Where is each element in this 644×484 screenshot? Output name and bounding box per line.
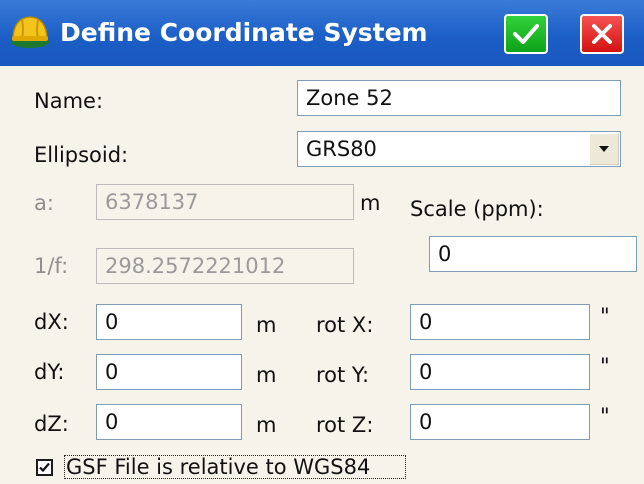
rotz-input[interactable]: 0 <box>410 404 590 440</box>
scale-input[interactable]: 0 <box>429 236 637 272</box>
dy-label: dY: <box>34 360 65 384</box>
a-input: 6378137 <box>96 184 354 220</box>
ok-button[interactable] <box>504 14 548 54</box>
ellipsoid-selected-value: GRS80 <box>306 137 377 161</box>
title-bar: Define Coordinate System <box>0 0 644 66</box>
dz-input[interactable]: 0 <box>96 404 242 440</box>
checkmark-icon <box>39 462 50 473</box>
window-title: Define Coordinate System <box>60 18 428 47</box>
dy-input[interactable]: 0 <box>96 354 242 390</box>
rotx-input[interactable]: 0 <box>410 304 590 340</box>
rotz-label: rot Z: <box>316 413 374 437</box>
cancel-button[interactable] <box>580 14 624 54</box>
rotx-unit: " <box>600 304 610 328</box>
name-input[interactable]: Zone 52 <box>297 80 621 116</box>
dx-unit: m <box>256 313 277 337</box>
checkmark-icon <box>513 24 539 44</box>
roty-label: rot Y: <box>316 363 370 387</box>
dx-label: dX: <box>34 310 69 334</box>
ellipsoid-label: Ellipsoid: <box>34 143 129 167</box>
a-label: a: <box>34 191 54 215</box>
gsf-checkbox[interactable] <box>36 459 53 476</box>
ellipsoid-dropdown[interactable]: GRS80 <box>297 131 621 167</box>
f-label: 1/f: <box>34 254 69 278</box>
rotx-label: rot X: <box>316 313 374 337</box>
roty-input[interactable]: 0 <box>410 354 590 390</box>
close-x-icon <box>592 24 612 44</box>
f-input: 298.2572221012 <box>96 248 354 284</box>
roty-unit: " <box>600 354 610 378</box>
dy-unit: m <box>256 363 277 387</box>
chevron-down-icon <box>599 146 609 152</box>
a-unit: m <box>360 191 381 215</box>
hardhat-app-icon <box>11 16 49 48</box>
scale-label: Scale (ppm): <box>410 197 544 221</box>
rotz-unit: " <box>600 404 610 428</box>
dz-label: dZ: <box>34 412 69 436</box>
dropdown-arrow-button[interactable] <box>589 133 619 165</box>
gsf-checkbox-label[interactable]: GSF File is relative to WGS84 <box>66 450 370 484</box>
dz-unit: m <box>256 413 277 437</box>
dx-input[interactable]: 0 <box>96 304 242 340</box>
name-label: Name: <box>34 89 104 113</box>
